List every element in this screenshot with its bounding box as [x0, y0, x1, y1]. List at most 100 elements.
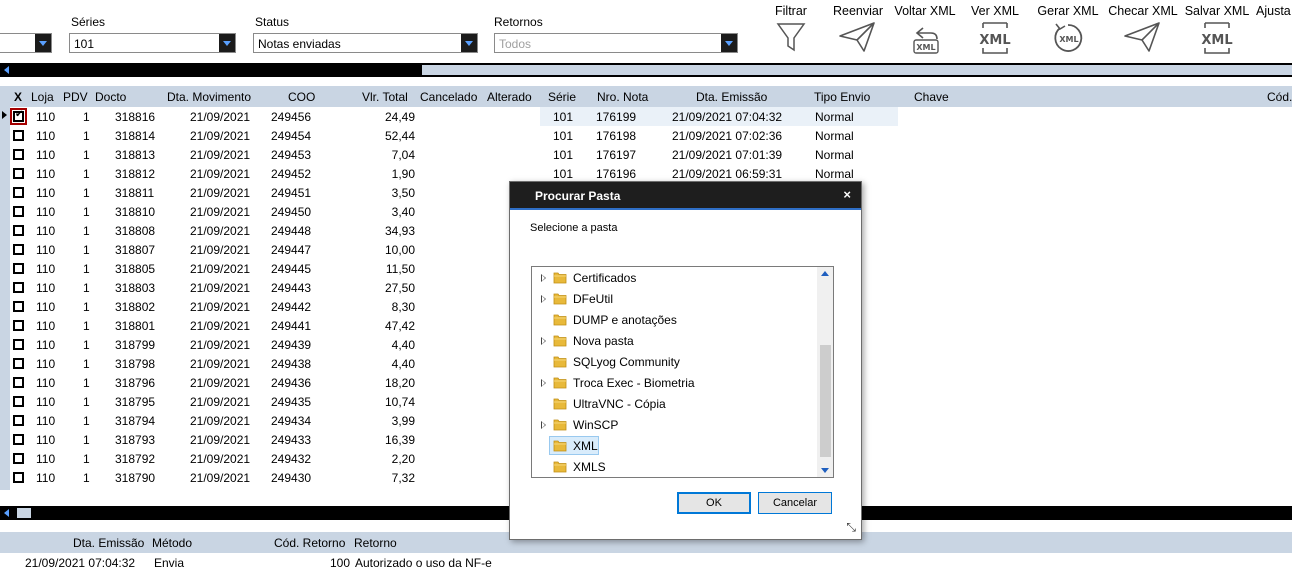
row-checkbox[interactable] — [13, 396, 24, 407]
cancel-button[interactable]: Cancelar — [758, 492, 832, 514]
folder-tree-scrollbar[interactable] — [817, 267, 833, 477]
dialog-title-bar[interactable]: Procurar Pasta — [510, 182, 861, 208]
cell-pdv: 1 — [83, 129, 90, 143]
row-checkbox[interactable] — [13, 149, 24, 160]
folder-item[interactable]: DFeUtil — [532, 289, 814, 309]
cell-dta: 21/09/2021 — [190, 300, 251, 314]
table-row[interactable]: 110 1 318813 21/09/2021 249453 7,04 101 176197 2… — [10, 145, 1292, 164]
row-checkbox[interactable] — [13, 225, 24, 236]
col-loja[interactable]: Loja — [31, 90, 54, 104]
cell-vlr: 4,40 — [391, 357, 415, 371]
col-cancelado[interactable]: Cancelado — [420, 90, 477, 104]
col-dta-movimento[interactable]: Dta. Movimento — [167, 90, 251, 104]
row-checkbox[interactable] — [13, 415, 24, 426]
scroll-down-icon[interactable] — [821, 468, 829, 473]
ok-button[interactable]: OK — [677, 492, 751, 514]
col-cod-retorno[interactable]: Cód. Reto — [1267, 90, 1292, 104]
table-row[interactable]: 110 1 318814 21/09/2021 249454 52,44 101 176198… — [10, 126, 1292, 145]
folder-item[interactable]: XMLS — [532, 457, 814, 477]
col-ret-dta-emissao[interactable]: Dta. Emissão — [73, 536, 144, 550]
table-row[interactable]: 110 1 318816 21/09/2021 249456 24,49 101 176199… — [10, 107, 1292, 126]
col-ret-retorno[interactable]: Retorno — [354, 536, 397, 550]
top-horizontal-scrollbar[interactable] — [0, 63, 1292, 77]
row-checkbox[interactable] — [13, 472, 24, 483]
chevron-down-icon[interactable] — [35, 34, 51, 52]
resend-button[interactable]: Reenviar — [832, 4, 884, 54]
series-combo[interactable]: 101 — [69, 33, 236, 53]
col-ret-cod-retorno[interactable]: Cód. Retorno — [274, 536, 345, 550]
col-vlr-total[interactable]: Vlr. Total — [362, 90, 408, 104]
return-grid-row[interactable]: 21/09/2021 07:04:32 Envia 100 Autorizado… — [0, 553, 1292, 573]
folder-item[interactable]: WinSCP — [532, 415, 814, 435]
row-checkbox[interactable] — [13, 130, 24, 141]
row-checkbox[interactable] — [13, 206, 24, 217]
col-serie[interactable]: Série — [548, 90, 576, 104]
expand-arrow-icon[interactable] — [541, 295, 546, 303]
expand-arrow-icon[interactable] — [541, 274, 546, 282]
row-checkbox[interactable] — [13, 168, 24, 179]
folder-item[interactable]: Troca Exec - Biometria — [532, 373, 814, 393]
view-xml-button[interactable]: Ver XML XML — [969, 4, 1021, 56]
expand-arrow-icon[interactable] — [541, 337, 546, 345]
row-checkbox[interactable] — [13, 377, 24, 388]
status-combo[interactable]: Notas enviadas — [253, 33, 478, 53]
folder-item[interactable]: XML — [532, 436, 814, 456]
row-checkbox[interactable] — [13, 282, 24, 293]
scroll-left-icon[interactable] — [4, 66, 9, 74]
col-pdv[interactable]: PDV — [63, 90, 88, 104]
scroll-up-icon[interactable] — [821, 271, 829, 276]
chevron-down-icon[interactable] — [721, 34, 737, 52]
folder-icon — [553, 460, 567, 473]
row-checkbox[interactable] — [13, 434, 24, 445]
cell-dta: 21/09/2021 — [190, 110, 251, 124]
row-checkbox[interactable] — [13, 301, 24, 312]
row-checkbox[interactable] — [13, 320, 24, 331]
save-xml-button[interactable]: Salvar XML XML — [1184, 4, 1250, 56]
col-dta-emissao[interactable]: Dta. Emissão — [696, 90, 767, 104]
row-checkbox[interactable] — [13, 263, 24, 274]
cell-loja: 110 — [36, 338, 56, 352]
scroll-left-icon[interactable] — [4, 509, 9, 517]
scroll-thumb[interactable] — [17, 508, 31, 518]
folder-item[interactable]: Certificados — [532, 268, 814, 288]
check-xml-button[interactable]: Checar XML — [1108, 4, 1178, 54]
cell-dta: 21/09/2021 — [190, 243, 251, 257]
folder-item[interactable]: UltraVNC - Cópia — [532, 394, 814, 414]
col-alterado[interactable]: Alterado — [487, 90, 532, 104]
folder-icon — [553, 271, 567, 284]
row-checkbox[interactable] — [13, 187, 24, 198]
col-chave[interactable]: Chave — [914, 90, 949, 104]
folder-name: UltraVNC - Cópia — [573, 397, 666, 411]
store-combo[interactable] — [0, 33, 52, 53]
folder-item[interactable]: SQLyog Community — [532, 352, 814, 372]
revert-xml-button[interactable]: Voltar XML XML — [893, 4, 957, 56]
folder-tree[interactable]: Certificados DFeUtil DUMP e anotações Nova … — [531, 266, 834, 478]
col-tipo-envio[interactable]: Tipo Envio — [814, 90, 870, 104]
scroll-thumb[interactable] — [820, 345, 831, 457]
expand-arrow-icon[interactable] — [541, 421, 546, 429]
filter-button[interactable]: Filtrar — [772, 4, 810, 54]
generate-xml-button[interactable]: Gerar XML XML — [1036, 4, 1100, 56]
folder-item[interactable]: Nova pasta — [532, 331, 814, 351]
row-checkbox[interactable] — [13, 339, 24, 350]
chevron-down-icon[interactable] — [219, 34, 235, 52]
adjust-button[interactable]: Ajusta — [1256, 4, 1292, 18]
expand-arrow-icon[interactable] — [541, 379, 546, 387]
col-coo[interactable]: COO — [288, 90, 315, 104]
row-checkbox[interactable] — [13, 358, 24, 369]
col-nro-nota[interactable]: Nro. Nota — [597, 90, 648, 104]
row-checkbox[interactable] — [10, 108, 27, 125]
scroll-thumb[interactable] — [422, 65, 1292, 75]
dialog-prompt: Selecione a pasta — [530, 222, 618, 234]
chevron-down-icon[interactable] — [461, 34, 477, 52]
folder-item[interactable]: DUMP e anotações — [532, 310, 814, 330]
returns-combo[interactable]: Todos — [494, 33, 738, 53]
row-checkbox[interactable] — [13, 244, 24, 255]
close-icon[interactable]: × — [843, 187, 851, 202]
col-select[interactable]: X — [14, 90, 22, 104]
row-checkbox[interactable] — [13, 453, 24, 464]
col-ret-metodo[interactable]: Método — [152, 536, 192, 550]
resize-grip-icon[interactable]: ⤡ — [846, 520, 856, 535]
cell-nota: 176196 — [596, 167, 637, 181]
col-docto[interactable]: Docto — [95, 90, 126, 104]
